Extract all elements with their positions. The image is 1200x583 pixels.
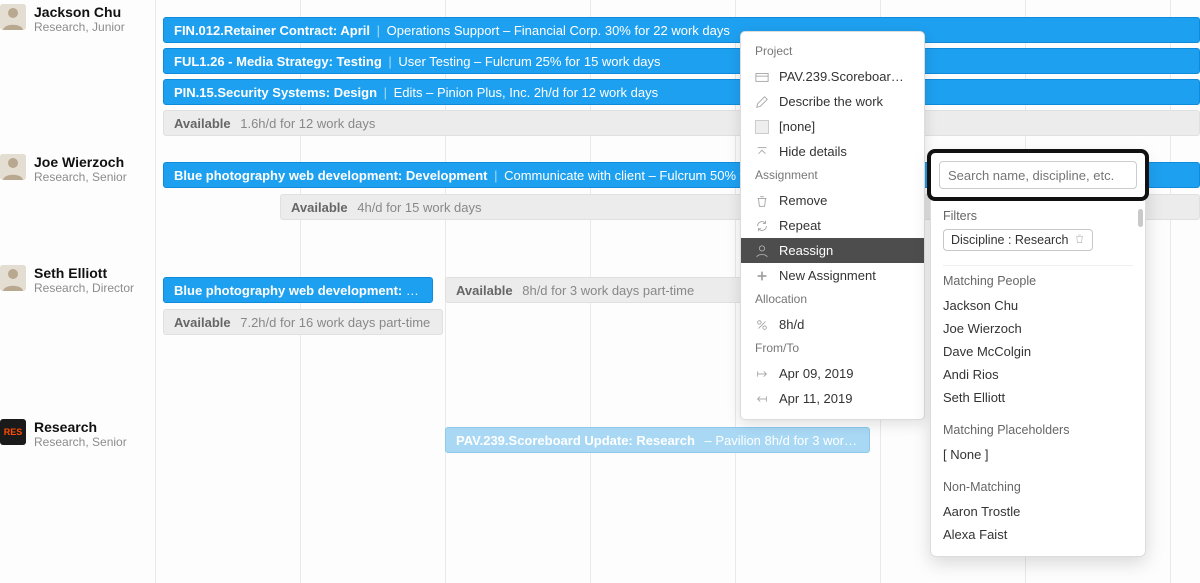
- assignment-bar[interactable]: FIN.012.Retainer Contract: April | Opera…: [163, 17, 1200, 43]
- bar-title: Available: [456, 283, 513, 298]
- bar-subtitle: User Testing – Fulcrum 25% for 15 work d…: [398, 54, 660, 69]
- availability-bar[interactable]: Available 1.6h/d for 12 work days: [163, 110, 1200, 136]
- placeholder-avatar: RES: [0, 419, 26, 445]
- assignment-bar[interactable]: PIN.15.Security Systems: Design | Edits …: [163, 79, 1200, 105]
- separator: [234, 116, 238, 131]
- resource-header[interactable]: Jackson ChuResearch, Junior: [0, 0, 155, 34]
- separator: |: [490, 168, 501, 183]
- reassign-person-option[interactable]: Dave McColgin: [943, 340, 1133, 363]
- resource-role: Research, Senior: [34, 435, 127, 449]
- bar-title: FUL1.26 - Media Strategy: Testing: [174, 54, 382, 69]
- reassign-nonmatching-option[interactable]: Aaron Trostle: [943, 500, 1133, 523]
- menu-to-date[interactable]: Apr 11, 2019: [741, 386, 924, 411]
- bar-subtitle: Edits – Pinion Plus, Inc. 2h/d for 12 wo…: [394, 85, 658, 100]
- trash-icon: [755, 194, 769, 208]
- separator: |: [373, 23, 384, 38]
- reassign-person-option[interactable]: Seth Elliott: [943, 386, 1133, 409]
- matching-people-label: Matching People: [943, 274, 1133, 288]
- separator: [516, 283, 520, 298]
- bar-subtitle: Operations Support – Financial Corp. 30%…: [387, 23, 730, 38]
- filter-chip-text: Discipline : Research: [951, 233, 1068, 247]
- bar-title: Available: [291, 200, 348, 215]
- availability-bar[interactable]: Available 7.2h/d for 16 work days part-t…: [163, 309, 443, 335]
- resource-header[interactable]: Seth ElliottResearch, Director: [0, 261, 155, 295]
- menu-repeat[interactable]: Repeat: [741, 213, 924, 238]
- resource-role: Research, Director: [34, 281, 134, 295]
- bar-title: FIN.012.Retainer Contract: April: [174, 23, 370, 38]
- reassign-placeholder-option[interactable]: [ None ]: [943, 443, 1133, 466]
- bar-title: PIN.15.Security Systems: Design: [174, 85, 377, 100]
- reassign-person-option[interactable]: Joe Wierzoch: [943, 317, 1133, 340]
- assignment-bar[interactable]: PAV.239.Scoreboard Update: Research – Pa…: [445, 427, 870, 453]
- resource-name: Research: [34, 419, 127, 435]
- menu-color[interactable]: [none]: [741, 114, 924, 139]
- resource-name: Jackson Chu: [34, 4, 125, 20]
- filter-chip[interactable]: Discipline : Research: [943, 229, 1093, 251]
- collapse-icon: [755, 145, 769, 159]
- menu-project-text: PAV.239.Scoreboard Updat...: [779, 69, 910, 84]
- bar-title: Available: [174, 315, 231, 330]
- pencil-icon: [755, 95, 769, 109]
- reassign-person-option[interactable]: Jackson Chu: [943, 294, 1133, 317]
- bar-subtitle: 4h/d for 15 work days: [357, 200, 481, 215]
- menu-project-value[interactable]: PAV.239.Scoreboard Updat...: [741, 64, 924, 89]
- percent-icon: [755, 318, 769, 332]
- assignment-bar[interactable]: Blue photography web development: De...: [163, 277, 433, 303]
- assignment-bar[interactable]: FUL1.26 - Media Strategy: Testing | User…: [163, 48, 1200, 74]
- separator: |: [380, 85, 391, 100]
- resource-name: Seth Elliott: [34, 265, 134, 281]
- menu-section-assignment: Assignment: [741, 164, 924, 188]
- resource-header[interactable]: RES ResearchResearch, Senior: [0, 415, 155, 449]
- bar-title: PAV.239.Scoreboard Update: Research: [456, 433, 695, 448]
- separator: |: [385, 54, 396, 69]
- resource-header[interactable]: Joe WierzochResearch, Senior: [0, 150, 155, 184]
- bar-title: Blue photography web development: De...: [174, 283, 433, 298]
- resource-role: Research, Junior: [34, 20, 125, 34]
- filters-label: Filters: [943, 209, 1133, 223]
- bar-subtitle: 1.6h/d for 12 work days: [240, 116, 375, 131]
- menu-section-fromto: From/To: [741, 337, 924, 361]
- menu-hide-details[interactable]: Hide details: [741, 139, 924, 164]
- divider: [943, 265, 1133, 266]
- menu-allocation[interactable]: 8h/d: [741, 312, 924, 337]
- menu-from-date[interactable]: Apr 09, 2019: [741, 361, 924, 386]
- bar-subtitle: 7.2h/d for 16 work days part-time: [240, 315, 430, 330]
- trash-icon[interactable]: [1074, 233, 1085, 247]
- bar-title: Available: [174, 116, 231, 131]
- repeat-icon: [755, 219, 769, 233]
- avatar: [0, 154, 26, 180]
- panel-scrollbar[interactable]: [1138, 209, 1143, 227]
- bar-title: Blue photography web development: Develo…: [174, 168, 487, 183]
- assignment-context-menu: Project PAV.239.Scoreboard Updat... Desc…: [740, 31, 925, 420]
- arrow-start-icon: [755, 367, 769, 381]
- menu-section-project: Project: [741, 40, 924, 64]
- reassign-search-highlight: [927, 149, 1149, 201]
- color-swatch-icon: [755, 120, 769, 134]
- menu-reassign[interactable]: Reassign: [741, 238, 924, 263]
- resource-name: Joe Wierzoch: [34, 154, 127, 170]
- menu-section-allocation: Allocation: [741, 288, 924, 312]
- non-matching-label: Non-Matching: [943, 480, 1133, 494]
- reassign-panel: Filters Discipline : Research Matching P…: [930, 152, 1146, 557]
- person-icon: [755, 244, 769, 258]
- menu-describe[interactable]: Describe the work: [741, 89, 924, 114]
- separator: [351, 200, 355, 215]
- plus-icon: [755, 269, 769, 283]
- bar-subtitle: 8h/d for 3 work days part-time: [522, 283, 694, 298]
- reassign-nonmatching-option[interactable]: Alexa Faist: [943, 523, 1133, 546]
- arrow-end-icon: [755, 392, 769, 406]
- matching-placeholders-label: Matching Placeholders: [943, 423, 1133, 437]
- separator: [698, 433, 702, 448]
- project-icon: [755, 70, 769, 84]
- menu-remove[interactable]: Remove: [741, 188, 924, 213]
- avatar: [0, 4, 26, 30]
- avatar: [0, 265, 26, 291]
- menu-new-assignment[interactable]: New Assignment: [741, 263, 924, 288]
- separator: [234, 315, 238, 330]
- reassign-person-option[interactable]: Andi Rios: [943, 363, 1133, 386]
- bar-subtitle: – Pavilion 8h/d for 3 work days: [705, 433, 870, 448]
- resource-role: Research, Senior: [34, 170, 127, 184]
- reassign-search-input[interactable]: [939, 161, 1137, 189]
